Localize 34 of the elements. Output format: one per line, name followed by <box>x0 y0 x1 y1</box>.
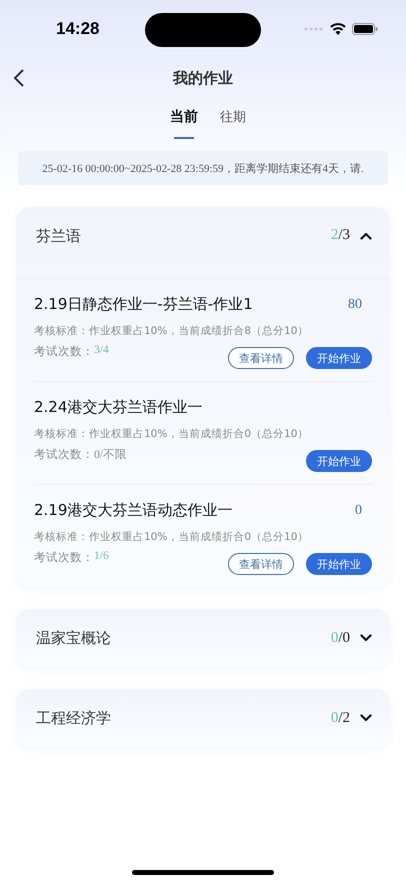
tab[interactable]: 往期 <box>220 106 246 136</box>
chevron-down-icon[interactable] <box>360 714 372 722</box>
progress-count: 0/0 <box>330 630 350 646</box>
attempts-text: 考试次数：1/6 <box>34 550 109 566</box>
details-button[interactable]: 查看详情 <box>228 553 294 575</box>
course-name: 温家宝概论 <box>36 628 111 648</box>
criteria-text: 考核标准：作业权重占10%，当前成绩折合8（总分10） <box>34 324 310 338</box>
attempts-text: 考试次数：0/不限 <box>34 447 127 463</box>
criteria-text: 考核标准：作业权重占10%，当前成绩折合0（总分10） <box>34 530 310 544</box>
wifi-icon <box>330 23 346 35</box>
chevron-down-icon[interactable] <box>360 634 372 642</box>
page-title: 我的作业 <box>173 68 233 88</box>
assignment-title: 2.24港交大芬兰语作业一 <box>34 398 202 417</box>
assignment-title: 2.19日静态作业一-芬兰语-作业1 <box>34 295 253 314</box>
tab[interactable]: 当前 <box>170 106 198 136</box>
signal-dots-icon <box>304 27 324 31</box>
start-button[interactable]: 开始作业 <box>306 347 372 369</box>
progress-count: 0/2 <box>330 710 350 726</box>
course-name: 芬兰语 <box>36 227 81 246</box>
course-name: 工程经济学 <box>36 708 111 728</box>
attempts-text: 考试次数：3/4 <box>34 344 109 360</box>
details-button[interactable]: 查看详情 <box>228 347 294 369</box>
status-time: 14:28 <box>56 19 100 39</box>
start-button[interactable]: 开始作业 <box>306 450 372 472</box>
start-button[interactable]: 开始作业 <box>306 553 372 575</box>
progress-count: 2/3 <box>330 227 350 244</box>
chevron-up-icon[interactable] <box>360 232 372 240</box>
score: 0 <box>355 502 362 518</box>
back-icon[interactable] <box>13 68 25 88</box>
criteria-text: 考核标准：作业权重占10%，当前成绩折合0（总分10） <box>34 427 310 441</box>
assignment-title: 2.19港交大芬兰语动态作业一 <box>34 501 232 520</box>
battery-icon <box>352 23 378 35</box>
notice-banner: 25-02-16 00:00:00~2025-02-28 23:59:59，距离学期结束还有4天，请. <box>18 151 388 185</box>
score: 80 <box>348 296 362 312</box>
